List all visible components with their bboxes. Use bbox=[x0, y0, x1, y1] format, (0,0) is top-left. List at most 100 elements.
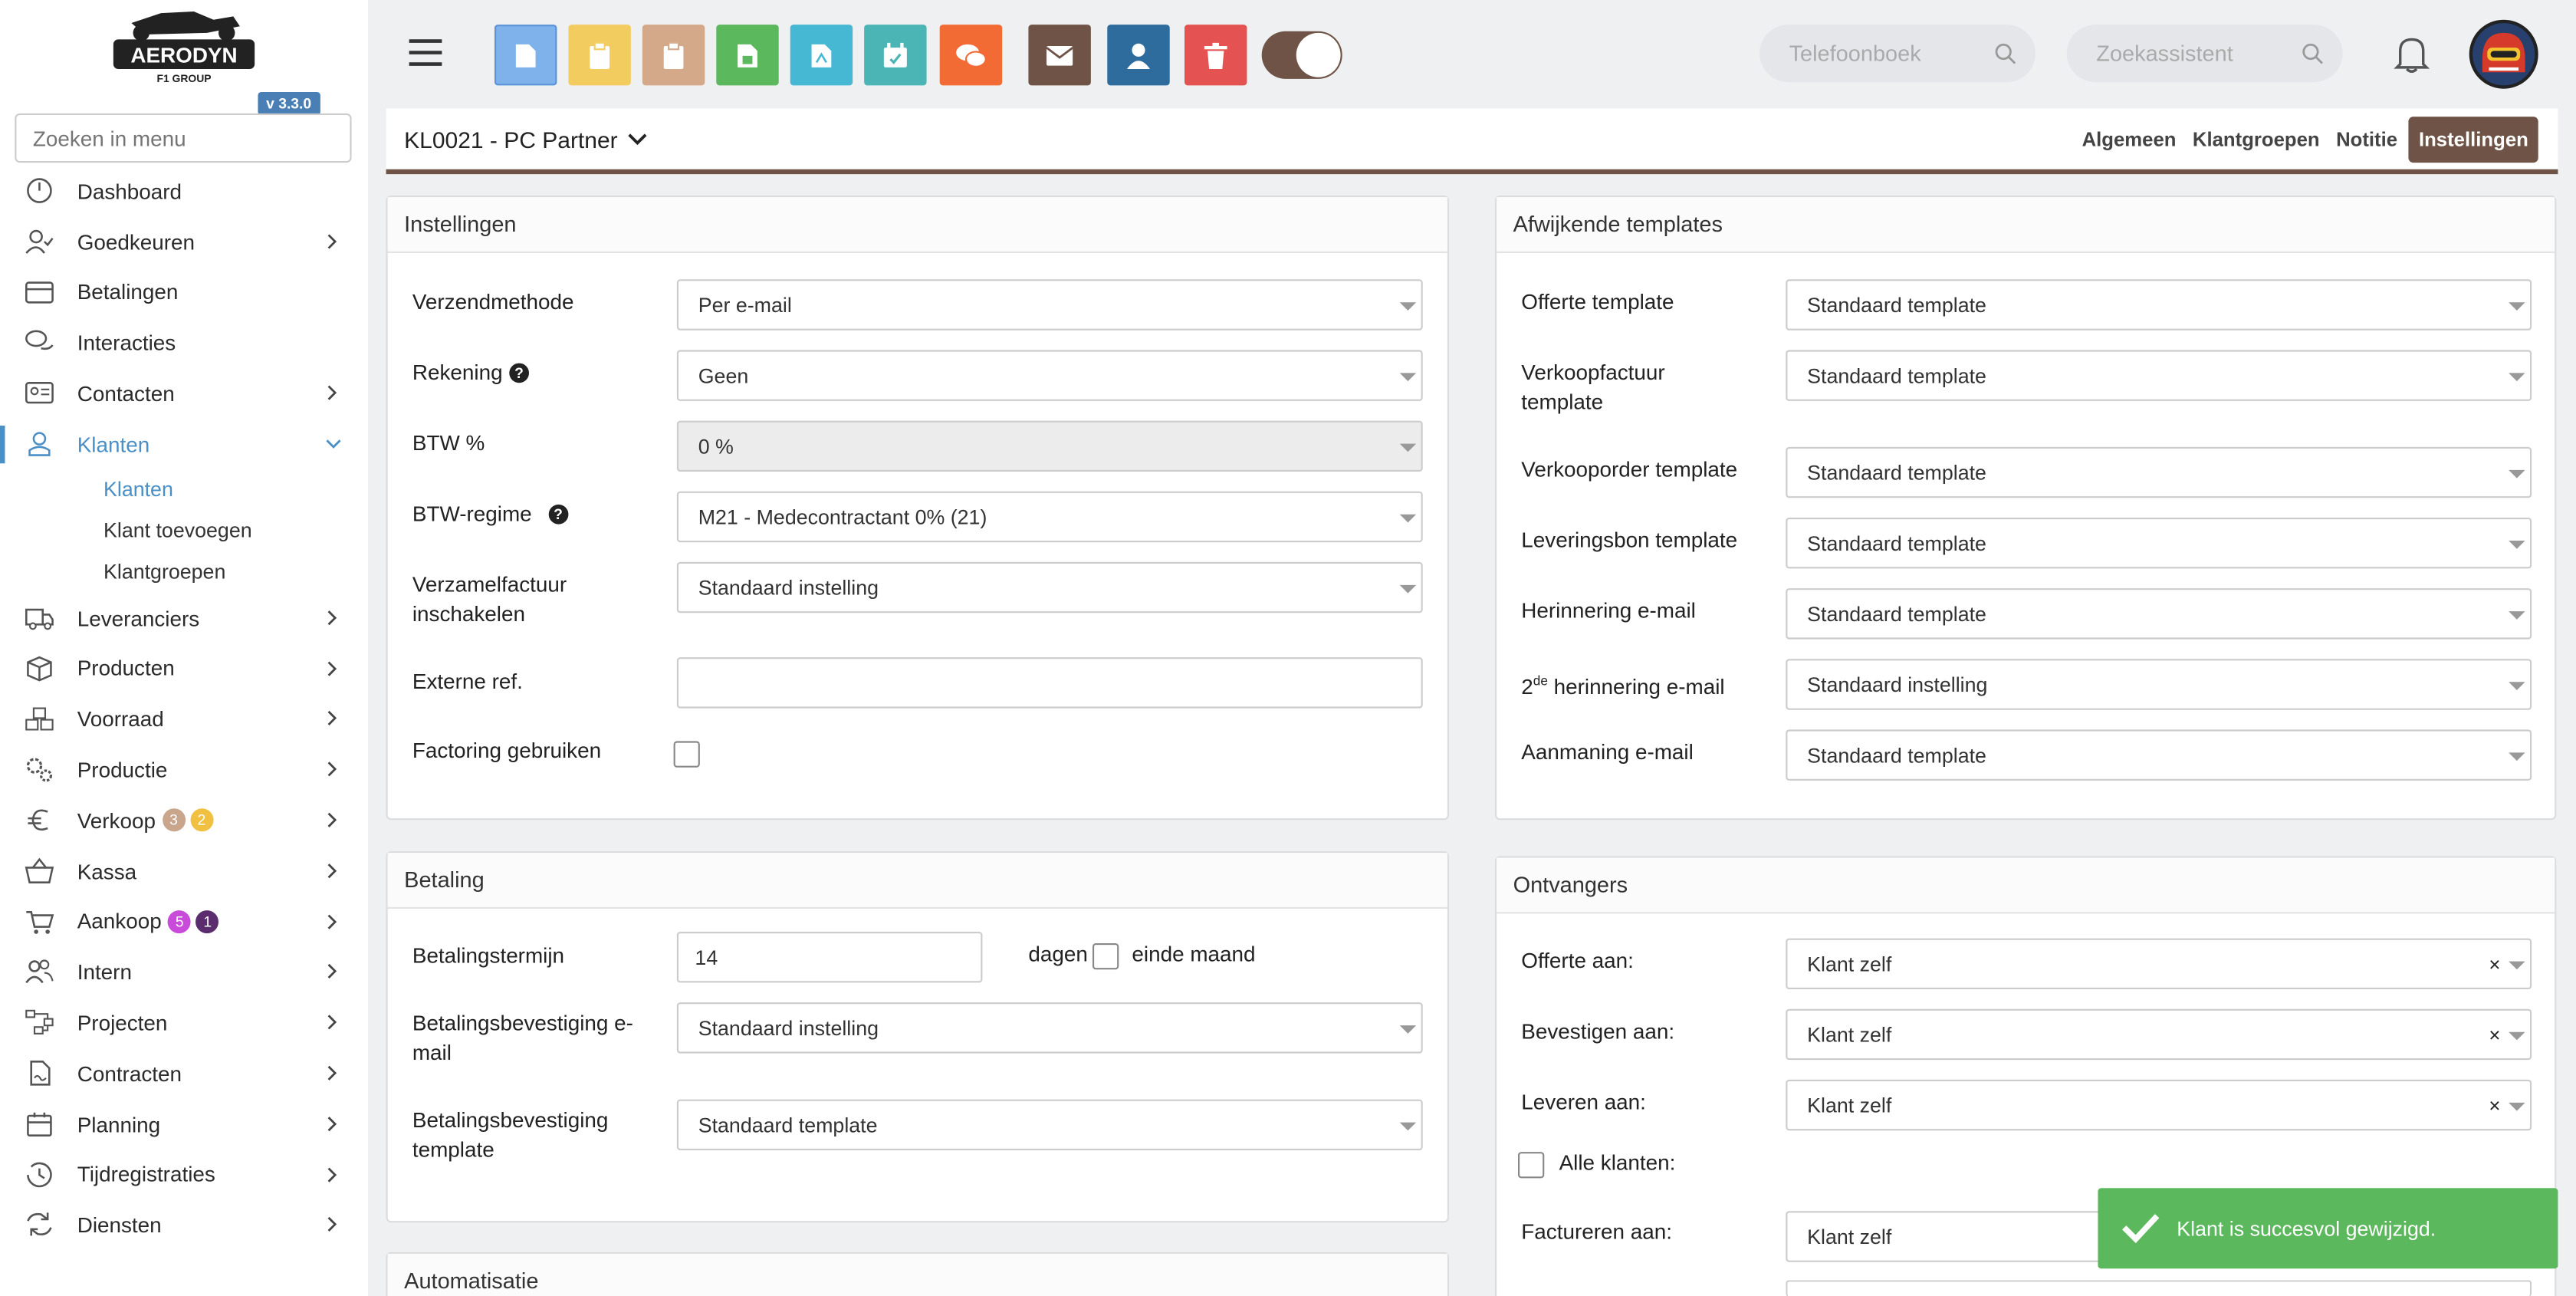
chevron-right-icon bbox=[327, 863, 337, 878]
rekening-select[interactable]: Geen bbox=[676, 350, 1423, 401]
sidebar-item-label: Leveranciers bbox=[77, 606, 200, 631]
sidebar-item-dashboard[interactable]: Dashboard bbox=[0, 166, 368, 216]
clock-icon bbox=[27, 1161, 52, 1187]
sidebar-item-label: Projecten bbox=[77, 1010, 168, 1036]
spreadsheet-button[interactable] bbox=[716, 25, 779, 86]
chat-bubbles-icon bbox=[25, 331, 54, 350]
dropdown-caret-icon bbox=[2509, 611, 2525, 620]
einde-maand-checkbox[interactable] bbox=[1092, 943, 1119, 970]
aanmaning-email-select[interactable]: Standaard template bbox=[1786, 729, 2532, 781]
chevron-right-icon bbox=[327, 1217, 337, 1232]
sidebar-item-productie[interactable]: Productie bbox=[0, 745, 368, 795]
dropdown-caret-icon bbox=[2509, 1031, 2525, 1041]
comments-button[interactable] bbox=[939, 25, 1003, 86]
sidebar-item-producten[interactable]: Producten bbox=[0, 643, 368, 694]
search-assistant-placeholder: Zoekassistent bbox=[2096, 41, 2233, 66]
phonebook-search[interactable]: Telefoonboek bbox=[1760, 25, 2036, 83]
factoring-checkbox[interactable] bbox=[673, 741, 700, 768]
sidebar-item-goedkeuren[interactable]: Goedkeuren bbox=[0, 216, 368, 267]
new-document-button[interactable] bbox=[495, 25, 557, 86]
btw-select: 0 % bbox=[676, 420, 1423, 472]
sidebar-item-planning[interactable]: Planning bbox=[0, 1099, 368, 1150]
tweede-herinnering-select[interactable]: Standaard instelling bbox=[1786, 659, 2532, 710]
record-title[interactable]: KL0021 - PC Partner bbox=[404, 127, 647, 153]
sidebar-item-aankoop[interactable]: Aankoop 5 1 bbox=[0, 896, 368, 947]
sidebar-item-contacten[interactable]: Contacten bbox=[0, 368, 368, 419]
sidebar-item-tijdregistraties[interactable]: Tijdregistraties bbox=[0, 1150, 368, 1200]
betalingsbevestiging-email-label: Betalingsbevestiging e-mail bbox=[412, 1010, 633, 1065]
pdf-button[interactable] bbox=[790, 25, 853, 86]
sidebar-item-kassa[interactable]: Kassa bbox=[0, 846, 368, 896]
delete-button[interactable] bbox=[1184, 25, 1247, 86]
sidebar-subitem-klanten[interactable]: Klanten bbox=[0, 469, 368, 511]
hamburger-menu-icon[interactable] bbox=[409, 36, 442, 69]
clipboard-alt-button[interactable] bbox=[642, 25, 705, 86]
success-toast[interactable]: Klant is succesvol gewijzigd. bbox=[2098, 1188, 2558, 1269]
betalingsbevestiging-template-select[interactable]: Standaard template bbox=[676, 1099, 1423, 1150]
mode-toggle[interactable] bbox=[1261, 31, 1342, 79]
offerte-template-label: Offerte template bbox=[1521, 289, 1674, 314]
user-button[interactable] bbox=[1107, 25, 1170, 86]
customer-icon bbox=[28, 432, 51, 456]
btw-regime-select[interactable]: M21 - Medecontractant 0% (21) bbox=[676, 491, 1423, 543]
verzamelfactuur-select[interactable]: Standaard instelling bbox=[676, 561, 1423, 613]
chevron-right-icon bbox=[327, 1116, 337, 1131]
sidebar-item-intern[interactable]: Intern bbox=[0, 947, 368, 998]
sidebar-item-voorraad[interactable]: Voorraad bbox=[0, 694, 368, 745]
sidebar-item-leveranciers[interactable]: Leveranciers bbox=[0, 593, 368, 643]
search-assistant[interactable]: Zoekassistent bbox=[2066, 25, 2343, 83]
aerodyn-logo[interactable]: AERODYN F1 GROUP bbox=[112, 7, 257, 86]
sidebar-item-interacties[interactable]: Interacties bbox=[0, 317, 368, 368]
herinnering-email-select[interactable]: Standaard template bbox=[1786, 588, 2532, 640]
euro-icon bbox=[28, 809, 48, 831]
alle-klanten-checkbox[interactable] bbox=[1517, 1152, 1545, 1179]
sidebar-item-klanten[interactable]: Klanten bbox=[0, 419, 368, 469]
avatar[interactable] bbox=[2469, 19, 2538, 89]
select-value: Standaard template bbox=[1807, 364, 1986, 388]
help-icon[interactable]: ? bbox=[509, 363, 529, 383]
next-recipient-select[interactable] bbox=[1786, 1280, 2532, 1296]
calendar-check-button[interactable] bbox=[864, 25, 927, 86]
verkoopfactuur-template-label: Verkoopfactuur template bbox=[1521, 360, 1665, 414]
betalingstermijn-input[interactable]: 14 bbox=[676, 932, 983, 983]
sidebar-item-contracten[interactable]: Contracten bbox=[0, 1048, 368, 1099]
offerte-template-select[interactable]: Standaard template bbox=[1786, 279, 2532, 331]
menu-search-input[interactable] bbox=[15, 113, 352, 163]
sidebar-item-diensten[interactable]: Diensten bbox=[0, 1200, 368, 1251]
sidebar-subitem-klantgroepen[interactable]: Klantgroepen bbox=[0, 552, 368, 594]
tab-klantgroepen[interactable]: Klantgroepen bbox=[2184, 117, 2328, 163]
bell-icon[interactable] bbox=[2394, 35, 2430, 74]
clear-icon[interactable]: × bbox=[2489, 940, 2500, 991]
sidebar-item-betalingen[interactable]: Betalingen bbox=[0, 267, 368, 317]
chevron-right-icon bbox=[327, 711, 337, 726]
chevron-right-icon bbox=[327, 964, 337, 979]
aankoop-badge-2: 1 bbox=[196, 910, 219, 934]
externe-ref-input[interactable] bbox=[676, 657, 1423, 709]
leveringsbon-template-select[interactable]: Standaard template bbox=[1786, 518, 2532, 569]
dropdown-caret-icon bbox=[2509, 373, 2525, 382]
clear-icon[interactable]: × bbox=[2489, 1081, 2500, 1132]
document-icon bbox=[515, 43, 536, 67]
dropdown-caret-icon bbox=[1399, 584, 1417, 594]
verkooporder-template-select[interactable]: Standaard template bbox=[1786, 446, 2532, 498]
sidebar-item-verkoop[interactable]: Verkoop 3 2 bbox=[0, 795, 368, 846]
tab-algemeen[interactable]: Algemeen bbox=[2074, 117, 2184, 163]
tab-notitie[interactable]: Notitie bbox=[2328, 117, 2405, 163]
email-button[interactable] bbox=[1028, 25, 1091, 86]
verzendmethode-select[interactable]: Per e-mail bbox=[676, 279, 1423, 331]
help-icon[interactable]: ? bbox=[548, 504, 568, 525]
verkoopfactuur-template-select[interactable]: Standaard template bbox=[1786, 350, 2532, 401]
sidebar-subitem-klant-toevoegen[interactable]: Klant toevoegen bbox=[0, 511, 368, 552]
box-icon bbox=[27, 655, 52, 681]
clipboard-button[interactable] bbox=[568, 25, 631, 86]
tab-instellingen[interactable]: Instellingen bbox=[2409, 117, 2538, 163]
bevestigen-aan-select[interactable]: Klant zelf × bbox=[1786, 1008, 2532, 1061]
betalingsbevestiging-email-select[interactable]: Standaard instelling bbox=[676, 1002, 1423, 1054]
sidebar-item-projecten[interactable]: Projecten bbox=[0, 998, 368, 1048]
clear-icon[interactable]: × bbox=[2489, 1011, 2500, 1061]
offerte-aan-select[interactable]: Klant zelf × bbox=[1786, 938, 2532, 991]
project-icon bbox=[25, 1010, 54, 1035]
select-value: M21 - Medecontractant 0% (21) bbox=[698, 506, 987, 529]
leveren-aan-select[interactable]: Klant zelf × bbox=[1786, 1079, 2532, 1132]
select-value: Klant zelf bbox=[1807, 1094, 1892, 1118]
